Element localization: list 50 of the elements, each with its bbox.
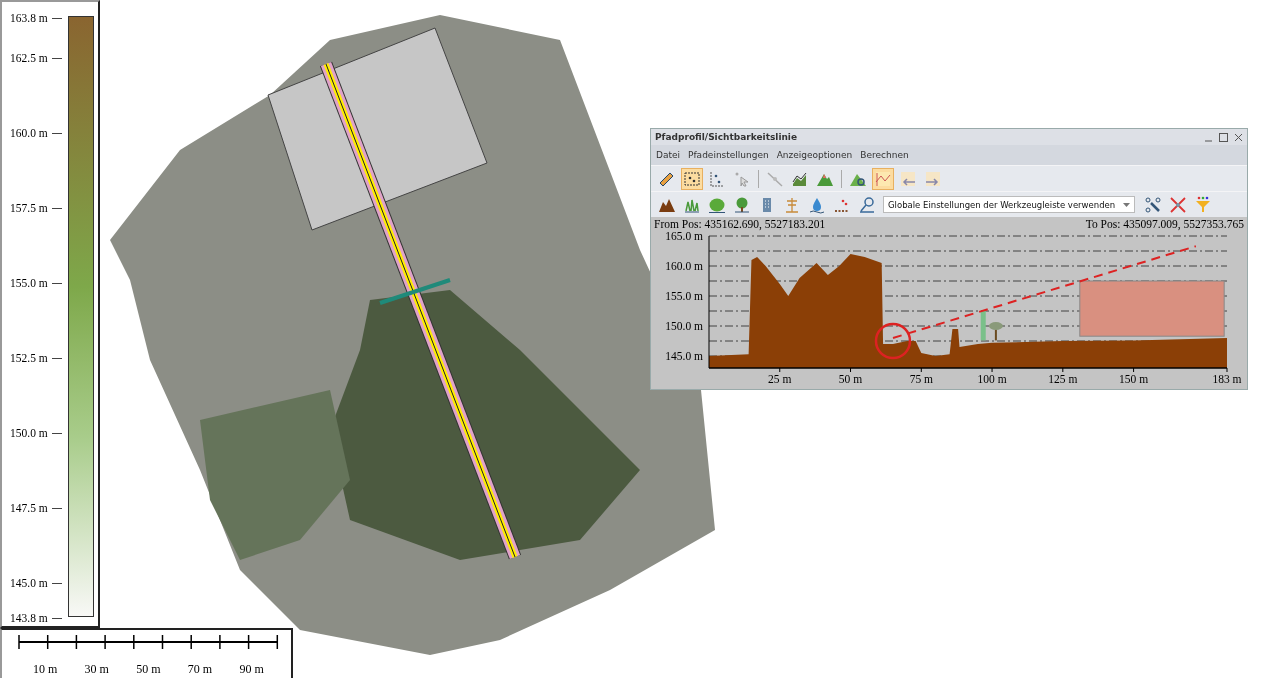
funnel-icon	[1194, 195, 1212, 214]
legend-label: 143.8 m	[10, 612, 48, 624]
to-position: To Pos: 435097.009, 5527353.765	[1085, 217, 1244, 231]
scale-label: 90 m	[239, 662, 265, 677]
scale-label: 30 m	[84, 662, 110, 677]
x-tick-label: 100 m	[977, 373, 1007, 385]
marker-line	[379, 278, 451, 305]
y-tick-label: 145.0 m	[665, 350, 703, 362]
magnifier-icon	[858, 195, 876, 214]
legend-label: 152.5 m	[10, 352, 48, 364]
legend-label: 160.0 m	[10, 127, 48, 139]
menu-item[interactable]: Anzeigeoptionen	[776, 150, 853, 160]
y-tick-label: 150.0 m	[665, 320, 703, 332]
scale-label: 10 m	[33, 662, 59, 677]
chart-arrow-right-icon	[924, 169, 942, 188]
cross-icon	[1169, 195, 1187, 214]
x-tick-label: 75 m	[909, 373, 933, 385]
legend-label: 157.5 m	[10, 202, 48, 214]
tree-icon	[733, 195, 751, 214]
scale-label: 70 m	[187, 662, 214, 677]
legend-label: 147.5 m	[10, 502, 48, 514]
close-icon[interactable]	[1234, 132, 1243, 142]
legend-label: 162.5 m	[10, 52, 48, 64]
settings-dropdown[interactable]: Globale Einstellungen der Werkzeugleiste verwenden	[883, 196, 1135, 213]
x-tick-label: 25 m	[768, 373, 792, 385]
chart-line-icon	[874, 169, 892, 188]
legend-label: 155.0 m	[10, 277, 48, 289]
legend-label: 150.0 m	[10, 427, 48, 439]
window-title: Pfadprofil/Sichtbarkeitslinie	[655, 132, 798, 142]
legend-label: 163.8 m	[10, 12, 48, 24]
chart-arrow-left-icon	[899, 169, 917, 188]
menu-item[interactable]: Berechnen	[860, 150, 909, 160]
select-points-icon	[708, 169, 726, 188]
x-tick-label: 50 m	[838, 373, 863, 385]
menu-item[interactable]: Datei	[656, 150, 680, 160]
power-line-icon	[783, 195, 801, 214]
from-position: From Pos: 435162.690, 5527183.201	[654, 217, 826, 231]
y-tick-label: 160.0 m	[665, 260, 703, 272]
x-tick-label: 183 m	[1212, 373, 1242, 385]
line-pointer-icon	[766, 169, 784, 188]
dropdown-caret-icon	[1123, 202, 1130, 207]
x-tick-label: 150 m	[1119, 373, 1149, 385]
menu-item[interactable]: Pfadeinstellungen	[688, 150, 769, 160]
y-tick-label: 155.0 m	[665, 290, 703, 302]
scale-label: 50 m	[136, 662, 162, 677]
y-tick-label: 165.0 m	[665, 231, 703, 242]
legend-label: 145.0 m	[10, 577, 48, 589]
x-tick-label: 125 m	[1048, 373, 1078, 385]
select-area-icon	[683, 169, 701, 188]
maximize-icon[interactable]	[1219, 132, 1228, 142]
